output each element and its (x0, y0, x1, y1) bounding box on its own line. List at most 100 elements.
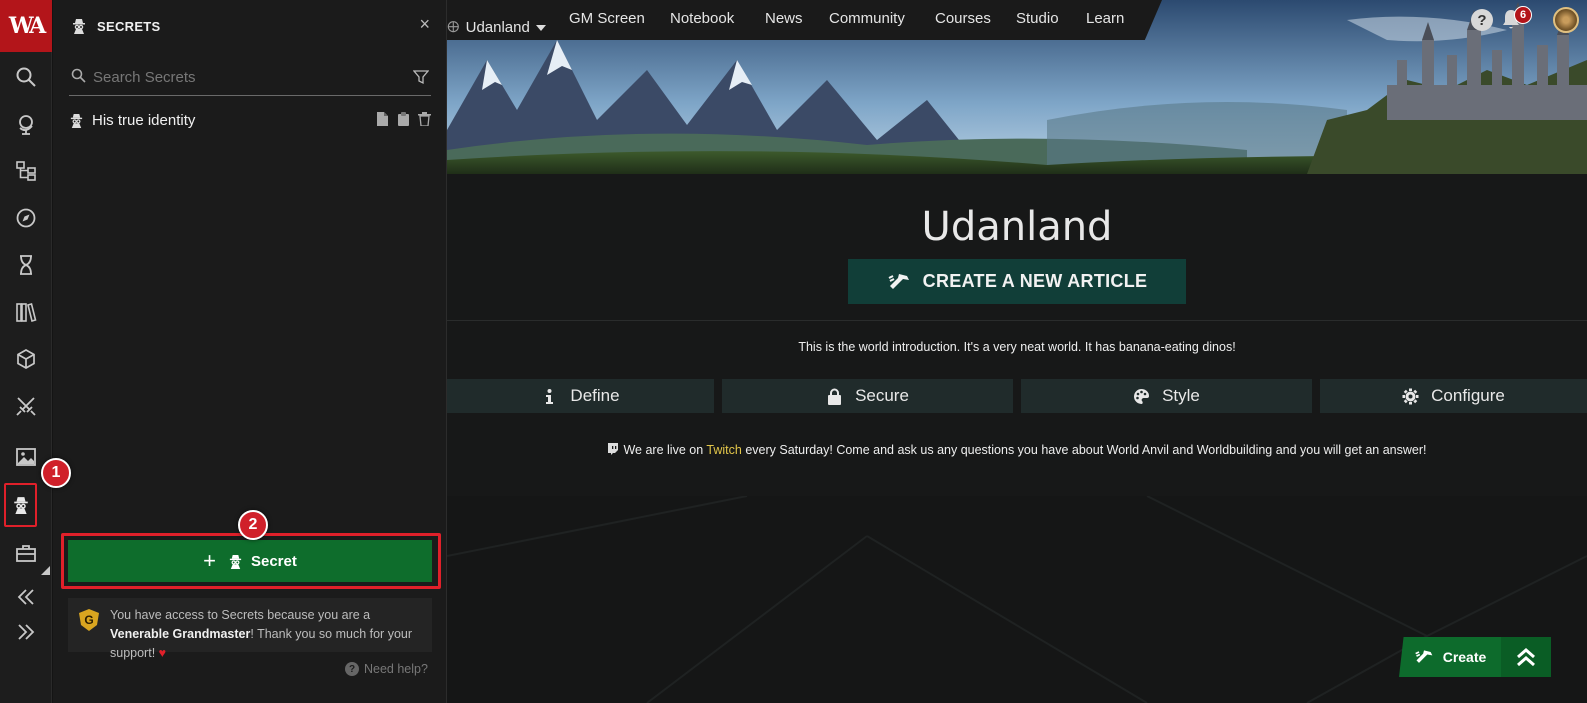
globe-icon (19, 115, 33, 135)
expand-corner-indicator (41, 566, 50, 575)
rail-structure[interactable] (0, 151, 52, 191)
cube-icon (17, 349, 35, 369)
lock-icon (828, 388, 842, 405)
rail-world[interactable] (0, 104, 52, 144)
secrets-icon (229, 554, 242, 569)
clipboard-icon[interactable] (397, 112, 410, 126)
rail-timeline[interactable] (0, 245, 52, 285)
app-root: 🜨 Udanland GM Screen Notebook News Commun… (0, 0, 1587, 703)
configure-label: Configure (1431, 386, 1505, 405)
create-article-label: CREATE A NEW ARTICLE (922, 271, 1148, 291)
twitch-link[interactable]: Twitch (706, 443, 741, 457)
user-avatar[interactable] (1553, 7, 1579, 33)
nav-notebook[interactable]: Notebook (670, 10, 734, 27)
trash-icon[interactable] (418, 112, 431, 126)
expand-icon (18, 624, 35, 640)
secret-title: His true identity (92, 111, 196, 129)
secret-actions (376, 112, 431, 126)
fab-create-button[interactable]: Create (1399, 637, 1501, 677)
panel-title: SECRETS (97, 18, 161, 34)
create-article-button[interactable]: CREATE A NEW ARTICLE (848, 259, 1186, 304)
sidebar-rail: WA (0, 0, 52, 703)
nav-news[interactable]: News (765, 10, 803, 27)
info-icon (546, 388, 554, 404)
support-rank: Venerable Grandmaster (110, 627, 251, 641)
rail-secrets[interactable] (4, 483, 37, 527)
need-help-link[interactable]: ? Need help? (345, 662, 428, 676)
world-anvil-logo[interactable]: WA (0, 0, 52, 52)
secrets-icon (73, 19, 85, 34)
rail-explore[interactable] (0, 198, 52, 238)
twitch-icon (608, 443, 619, 455)
user-controls: ? 6 (1457, 0, 1587, 40)
support-text-1: You have access to Secrets because you a… (110, 608, 371, 622)
file-icon[interactable] (376, 112, 389, 126)
hammer-icon (888, 273, 909, 289)
crossed-swords-icon (16, 397, 36, 416)
define-label: Define (570, 386, 620, 405)
notification-count-badge: 6 (1514, 6, 1532, 24)
twitch-announcement: We are live on Twitch every Saturday! Co… (447, 443, 1587, 457)
scroll-to-top-button[interactable] (1501, 637, 1551, 677)
hammer-icon (1414, 650, 1433, 663)
help-icon[interactable]: ? (1471, 9, 1493, 31)
gear-icon (1402, 388, 1419, 404)
define-button[interactable]: Define (447, 379, 714, 413)
configure-button[interactable]: Configure (1320, 379, 1587, 413)
image-icon (16, 448, 36, 466)
nav-courses[interactable]: Courses (935, 10, 991, 27)
secure-label: Secure (855, 386, 909, 405)
nav-world-selector[interactable]: 🜨 Udanland (447, 10, 546, 41)
rail-campaigns[interactable] (0, 386, 52, 426)
secrets-icon (13, 497, 28, 514)
sitemap-icon (16, 161, 36, 181)
search-icon (71, 68, 86, 83)
annotation-marker-2: 2 (238, 510, 268, 540)
world-name: Udanland (465, 19, 530, 36)
palette-icon (1134, 388, 1150, 404)
fab-create-label: Create (1442, 649, 1487, 665)
books-icon (16, 303, 37, 322)
close-icon[interactable]: × (419, 14, 430, 35)
svg-text:G: G (84, 613, 93, 627)
twitch-text-pre: We are live on (623, 443, 707, 457)
need-help-label: Need help? (364, 662, 428, 676)
filter-icon[interactable] (413, 69, 429, 85)
rail-collapse[interactable] (0, 577, 52, 617)
secrets-icon (70, 113, 83, 128)
hourglass-icon (20, 255, 32, 275)
question-icon: ? (345, 662, 359, 676)
style-button[interactable]: Style (1021, 379, 1312, 413)
new-secret-button[interactable]: + Secret (68, 540, 432, 582)
supporter-notice: G You have access to Secrets because you… (68, 598, 432, 660)
divider (447, 320, 1587, 321)
logo-text: WA (8, 13, 46, 39)
nav-gm-screen[interactable]: GM Screen (569, 10, 645, 27)
plus-icon: + (203, 548, 216, 573)
rail-search[interactable] (0, 57, 52, 97)
heart-icon: ♥ (158, 646, 167, 660)
search-icon (16, 67, 36, 87)
grandmaster-badge-icon: G (79, 609, 99, 631)
toolbox-icon (16, 545, 36, 562)
secret-list-item[interactable]: His true identity (69, 108, 431, 132)
search-bar (69, 60, 431, 96)
rail-objects[interactable] (0, 339, 52, 379)
new-secret-label: Secret (250, 552, 297, 570)
chevron-down-icon (535, 25, 546, 32)
world-introduction: This is the world introduction. It's a v… (798, 340, 1236, 354)
nav-community[interactable]: Community (829, 10, 905, 27)
panel-header: SECRETS (71, 18, 161, 34)
nav-studio[interactable]: Studio (1016, 10, 1059, 27)
collapse-icon (17, 589, 34, 605)
secure-button[interactable]: Secure (722, 379, 1013, 413)
annotation-marker-1: 1 (41, 458, 71, 488)
compass-icon (16, 208, 36, 228)
search-secrets-input[interactable] (93, 64, 393, 90)
style-label: Style (1162, 386, 1200, 405)
create-fab: Create (1399, 637, 1551, 677)
rail-expand[interactable] (0, 612, 52, 652)
twitch-text-post: every Saturday! Come and ask us any ques… (741, 443, 1427, 457)
rail-library[interactable] (0, 292, 52, 332)
nav-learn[interactable]: Learn (1086, 10, 1124, 27)
